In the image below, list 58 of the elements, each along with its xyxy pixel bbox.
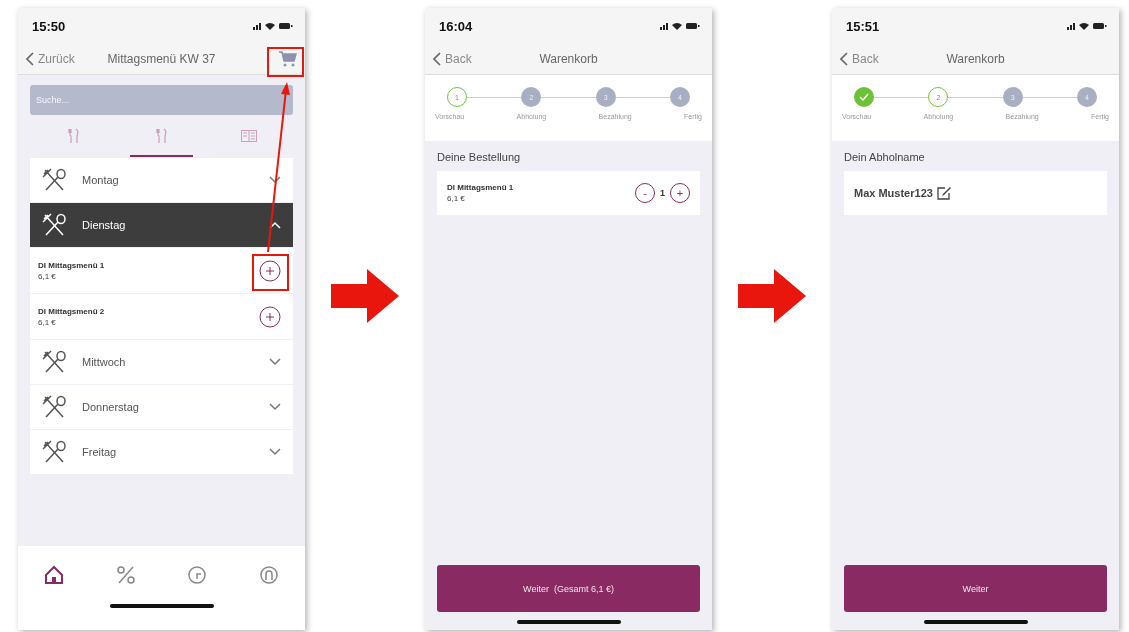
highlight-frame <box>252 254 289 291</box>
menu-item-name: DI Mittagsmenü 2 <box>38 306 106 316</box>
day-header[interactable]: Montag <box>30 158 293 202</box>
cutlery-icon <box>67 127 80 144</box>
clock-icon <box>187 565 208 585</box>
chevron-down-icon <box>269 448 281 456</box>
chevron-down-icon <box>269 403 281 411</box>
chevron-left-icon <box>26 52 34 66</box>
chevron-left-icon <box>433 52 441 66</box>
increase-button[interactable]: + <box>670 183 690 203</box>
profile-icon <box>259 565 280 585</box>
checkmark-icon <box>859 93 869 101</box>
percent-icon <box>115 565 136 585</box>
fork-spoon-icon <box>42 440 68 464</box>
status-icons <box>660 21 700 31</box>
flow-arrow <box>738 269 806 323</box>
search-field[interactable]: Suche... <box>30 85 293 115</box>
section-heading: Deine Bestellung <box>437 151 522 163</box>
home-icon <box>43 565 64 585</box>
cart-icon[interactable] <box>279 51 297 67</box>
decrease-button[interactable]: - <box>635 183 655 203</box>
menu-item-name: DI Mittagsmenü 1 <box>38 260 106 270</box>
screen-title: Mittagsmenü KW 37 <box>107 52 216 66</box>
menu-card-icon <box>241 129 258 142</box>
status-icons <box>253 21 293 31</box>
fork-spoon-icon <box>42 350 68 374</box>
continue-button[interactable]: Weiter (Gesamt 6,1 €) <box>437 565 700 612</box>
menu-item-price: 6,1 € <box>38 271 57 281</box>
fork-spoon-icon <box>42 213 68 237</box>
order-item-name: DI Mittagsmenü 1 <box>447 183 515 192</box>
screen-title: Warenkorb <box>946 52 1005 66</box>
continue-button[interactable]: Weiter <box>844 565 1107 612</box>
section-heading: Dein Abholname <box>844 151 926 163</box>
highlight-frame <box>267 47 304 77</box>
status-time: 15:51 <box>846 18 880 34</box>
status-time: 16:04 <box>439 18 473 34</box>
chevron-down-icon <box>269 176 281 184</box>
edit-icon[interactable] <box>936 186 952 200</box>
status-icons <box>1067 21 1107 31</box>
add-icon[interactable] <box>259 305 281 328</box>
fork-spoon-icon <box>42 168 68 192</box>
status-time: 15:50 <box>32 18 66 34</box>
day-header[interactable]: Dienstag <box>30 203 293 247</box>
chevron-up-icon <box>269 221 281 229</box>
cutlery-icon <box>155 127 168 144</box>
screen-title: Warenkorb <box>539 52 598 66</box>
order-item-price: 6,1 € <box>447 194 466 203</box>
menu-item-price: 6,1 € <box>38 317 57 327</box>
chevron-left-icon <box>840 52 848 66</box>
fork-spoon-icon <box>42 395 68 419</box>
flow-arrow <box>331 269 399 323</box>
chevron-down-icon <box>269 358 281 366</box>
add-icon[interactable] <box>259 259 281 282</box>
quantity-value: 1 <box>660 188 665 198</box>
day-header[interactable]: Mittwoch <box>30 340 293 384</box>
pickup-name: Max Muster123 <box>854 187 933 199</box>
day-header[interactable]: Freitag <box>30 430 293 474</box>
day-header[interactable]: Donnerstag <box>30 385 293 429</box>
